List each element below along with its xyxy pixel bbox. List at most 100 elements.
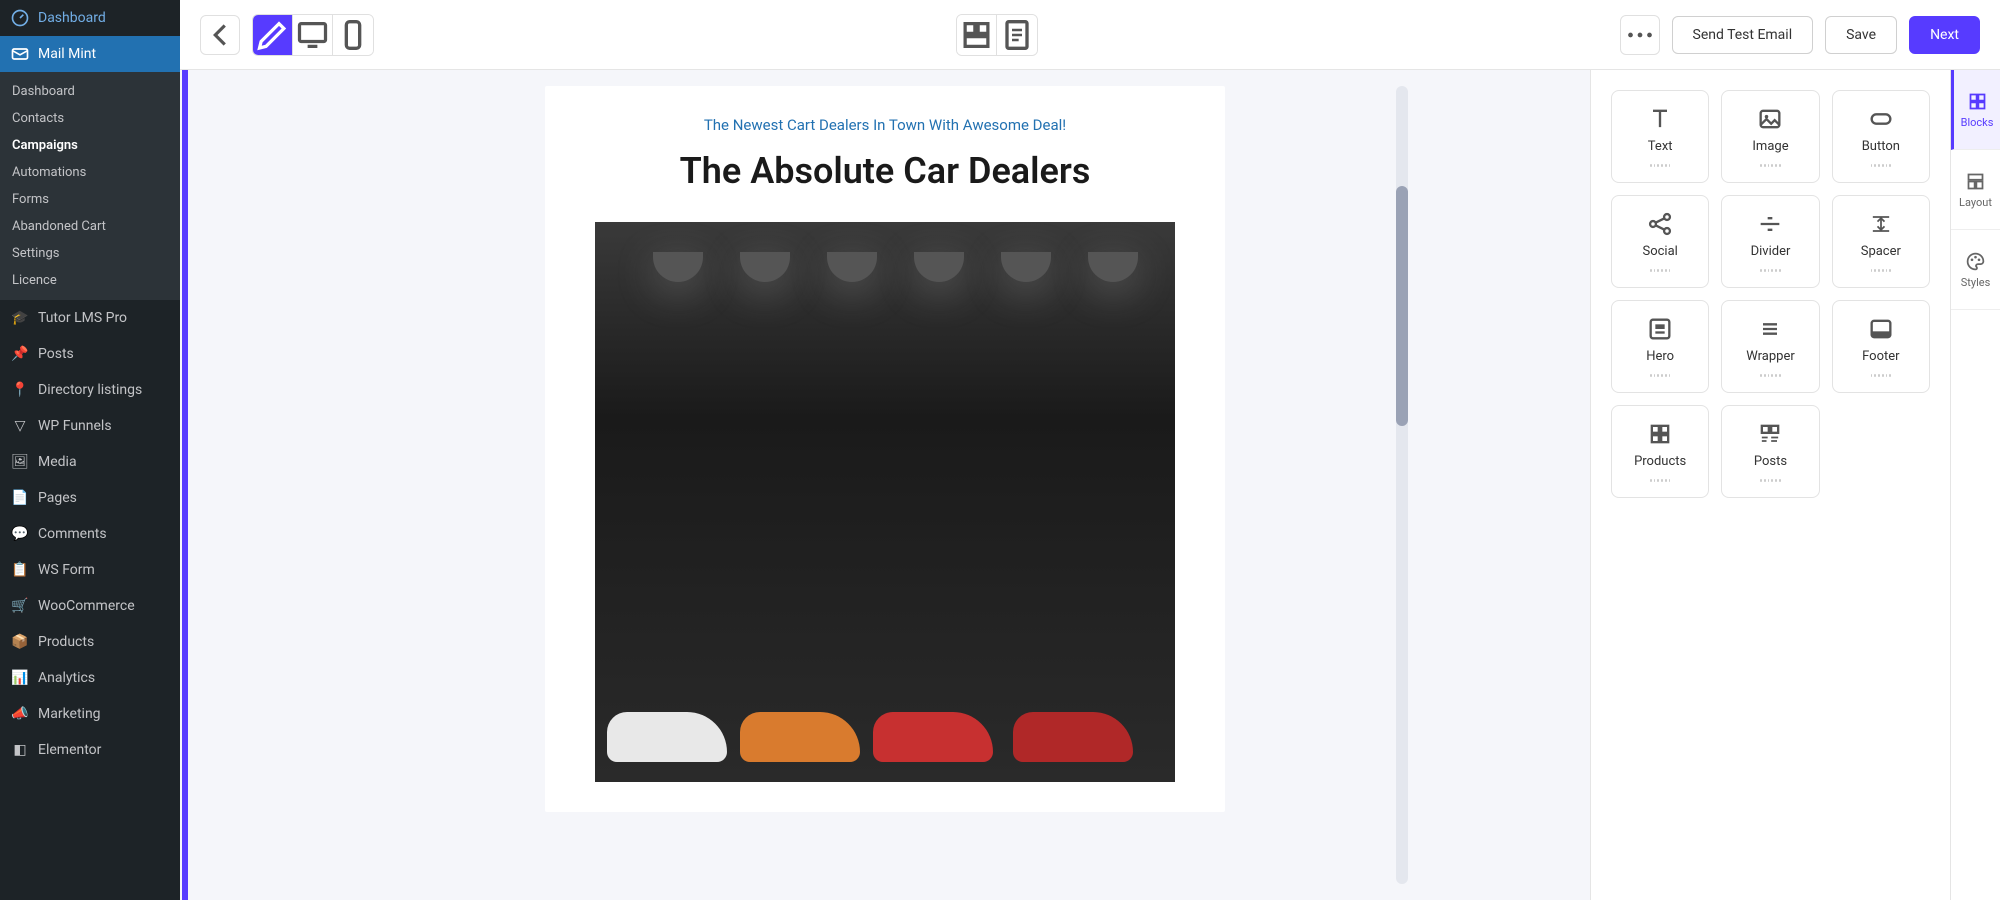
sidebar-item-ws-form[interactable]: 📋WS Form bbox=[0, 552, 180, 588]
canvas-wrapper[interactable]: The Newest Cart Dealers In Town With Awe… bbox=[180, 70, 1590, 900]
drag-handle-icon bbox=[1871, 374, 1891, 382]
blocks-panel: Text Image Button Social Divider Spacer … bbox=[1590, 70, 1950, 900]
block-spacer[interactable]: Spacer bbox=[1832, 195, 1930, 288]
media-icon: 🖼 bbox=[10, 452, 30, 472]
scrollbar-thumb[interactable] bbox=[1396, 186, 1408, 426]
side-tab-layout[interactable]: Layout bbox=[1951, 150, 2000, 230]
sidebar-sub-contacts[interactable]: Contacts bbox=[0, 105, 180, 132]
block-social[interactable]: Social bbox=[1611, 195, 1709, 288]
footer-icon bbox=[1867, 315, 1895, 343]
layout-tab-icon bbox=[1965, 171, 1986, 192]
spacer-icon bbox=[1867, 210, 1895, 238]
analytics-icon: 📊 bbox=[10, 668, 30, 688]
side-tab-styles[interactable]: Styles bbox=[1951, 230, 2000, 310]
sidebar-item-comments[interactable]: 💬Comments bbox=[0, 516, 180, 552]
sidebar-label: Dashboard bbox=[38, 10, 106, 26]
canvas-accent-bar bbox=[182, 70, 188, 900]
graduation-icon: 🎓 bbox=[10, 308, 30, 328]
sidebar-item-tutor-lms[interactable]: 🎓Tutor LMS Pro bbox=[0, 300, 180, 336]
sidebar-sub-settings[interactable]: Settings bbox=[0, 240, 180, 267]
sidebar-item-wp-funnels[interactable]: ▽WP Funnels bbox=[0, 408, 180, 444]
sidebar-item-media[interactable]: 🖼Media bbox=[0, 444, 180, 480]
send-test-email-button[interactable]: Send Test Email bbox=[1672, 16, 1814, 54]
edit-mode-button[interactable] bbox=[253, 15, 293, 55]
pin-icon: 📌 bbox=[10, 344, 30, 364]
image-icon bbox=[1756, 105, 1784, 133]
save-button[interactable]: Save bbox=[1825, 16, 1897, 54]
back-button[interactable] bbox=[200, 15, 240, 55]
funnel-icon: ▽ bbox=[10, 416, 30, 436]
sidebar-label: Mail Mint bbox=[38, 46, 96, 62]
email-subtitle[interactable]: The Newest Cart Dealers In Town With Awe… bbox=[545, 116, 1225, 134]
canvas-scrollbar[interactable] bbox=[1396, 86, 1408, 884]
sidebar-sub-automations[interactable]: Automations bbox=[0, 159, 180, 186]
canvas-outer: The Newest Cart Dealers In Town With Awe… bbox=[370, 86, 1400, 884]
posts-block-icon bbox=[1756, 420, 1784, 448]
button-icon bbox=[1867, 105, 1895, 133]
products-icon: 📦 bbox=[10, 632, 30, 652]
email-canvas[interactable]: The Newest Cart Dealers In Town With Awe… bbox=[545, 86, 1225, 812]
gauge-icon bbox=[10, 8, 30, 28]
block-footer[interactable]: Footer bbox=[1832, 300, 1930, 393]
block-wrapper[interactable]: Wrapper bbox=[1721, 300, 1819, 393]
sidebar-item-mail-mint[interactable]: Mail Mint bbox=[0, 36, 180, 72]
drag-handle-icon bbox=[1650, 374, 1670, 382]
sidebar-item-woocommerce[interactable]: 🛒WooCommerce bbox=[0, 588, 180, 624]
email-hero-image[interactable] bbox=[595, 222, 1175, 782]
block-products[interactable]: Products bbox=[1611, 405, 1709, 498]
sidebar-item-dashboard[interactable]: Dashboard bbox=[0, 0, 180, 36]
sidebar-item-analytics[interactable]: 📊Analytics bbox=[0, 660, 180, 696]
desktop-preview-button[interactable] bbox=[293, 15, 333, 55]
drag-handle-icon bbox=[1650, 479, 1670, 487]
sidebar-item-pages[interactable]: 📄Pages bbox=[0, 480, 180, 516]
block-hero[interactable]: Hero bbox=[1611, 300, 1709, 393]
next-button[interactable]: Next bbox=[1909, 16, 1980, 54]
form-icon: 📋 bbox=[10, 560, 30, 580]
sidebar-item-posts[interactable]: 📌Posts bbox=[0, 336, 180, 372]
view-toggle-group bbox=[956, 14, 1038, 56]
location-icon: 📍 bbox=[10, 380, 30, 400]
sidebar-sub-abandoned-cart[interactable]: Abandoned Cart bbox=[0, 213, 180, 240]
sidebar-item-marketing[interactable]: 📣Marketing bbox=[0, 696, 180, 732]
mobile-preview-button[interactable] bbox=[333, 15, 373, 55]
layout-view-button[interactable] bbox=[957, 15, 997, 55]
blocks-grid: Text Image Button Social Divider Spacer … bbox=[1611, 90, 1930, 498]
sidebar-item-directory[interactable]: 📍Directory listings bbox=[0, 372, 180, 408]
drag-handle-icon bbox=[1650, 269, 1670, 277]
block-posts[interactable]: Posts bbox=[1721, 405, 1819, 498]
elementor-icon: ◧ bbox=[10, 740, 30, 760]
megaphone-icon: 📣 bbox=[10, 704, 30, 724]
drag-handle-icon bbox=[1871, 164, 1891, 172]
toolbar-left bbox=[200, 14, 374, 56]
sidebar-sub-forms[interactable]: Forms bbox=[0, 186, 180, 213]
toolbar-right: Send Test Email Save Next bbox=[1620, 15, 1981, 55]
block-image[interactable]: Image bbox=[1721, 90, 1819, 183]
block-divider[interactable]: Divider bbox=[1721, 195, 1819, 288]
drag-handle-icon bbox=[1760, 374, 1780, 382]
top-toolbar: Send Test Email Save Next bbox=[180, 0, 2000, 70]
sidebar-sub-campaigns[interactable]: Campaigns bbox=[0, 132, 180, 159]
drag-handle-icon bbox=[1760, 164, 1780, 172]
envelope-icon bbox=[10, 44, 30, 64]
woo-icon: 🛒 bbox=[10, 596, 30, 616]
drag-handle-icon bbox=[1760, 479, 1780, 487]
drag-handle-icon bbox=[1760, 269, 1780, 277]
sidebar-submenu: Dashboard Contacts Campaigns Automations… bbox=[0, 72, 180, 300]
wp-admin-sidebar: Dashboard Mail Mint Dashboard Contacts C… bbox=[0, 0, 180, 900]
sidebar-sub-licence[interactable]: Licence bbox=[0, 267, 180, 294]
toolbar-center bbox=[386, 14, 1608, 56]
sidebar-item-products[interactable]: 📦Products bbox=[0, 624, 180, 660]
document-view-button[interactable] bbox=[997, 15, 1037, 55]
sidebar-item-elementor[interactable]: ◧Elementor bbox=[0, 732, 180, 768]
editor-body: The Newest Cart Dealers In Town With Awe… bbox=[180, 70, 2000, 900]
email-title[interactable]: The Absolute Car Dealers bbox=[545, 150, 1225, 192]
social-icon bbox=[1646, 210, 1674, 238]
block-button[interactable]: Button bbox=[1832, 90, 1930, 183]
more-options-button[interactable] bbox=[1620, 15, 1660, 55]
sidebar-sub-dashboard[interactable]: Dashboard bbox=[0, 78, 180, 105]
wrapper-icon bbox=[1756, 315, 1784, 343]
side-tabs: Blocks Layout Styles bbox=[1950, 70, 2000, 900]
side-tab-blocks[interactable]: Blocks bbox=[1951, 70, 2000, 150]
block-text[interactable]: Text bbox=[1611, 90, 1709, 183]
hero-icon bbox=[1646, 315, 1674, 343]
